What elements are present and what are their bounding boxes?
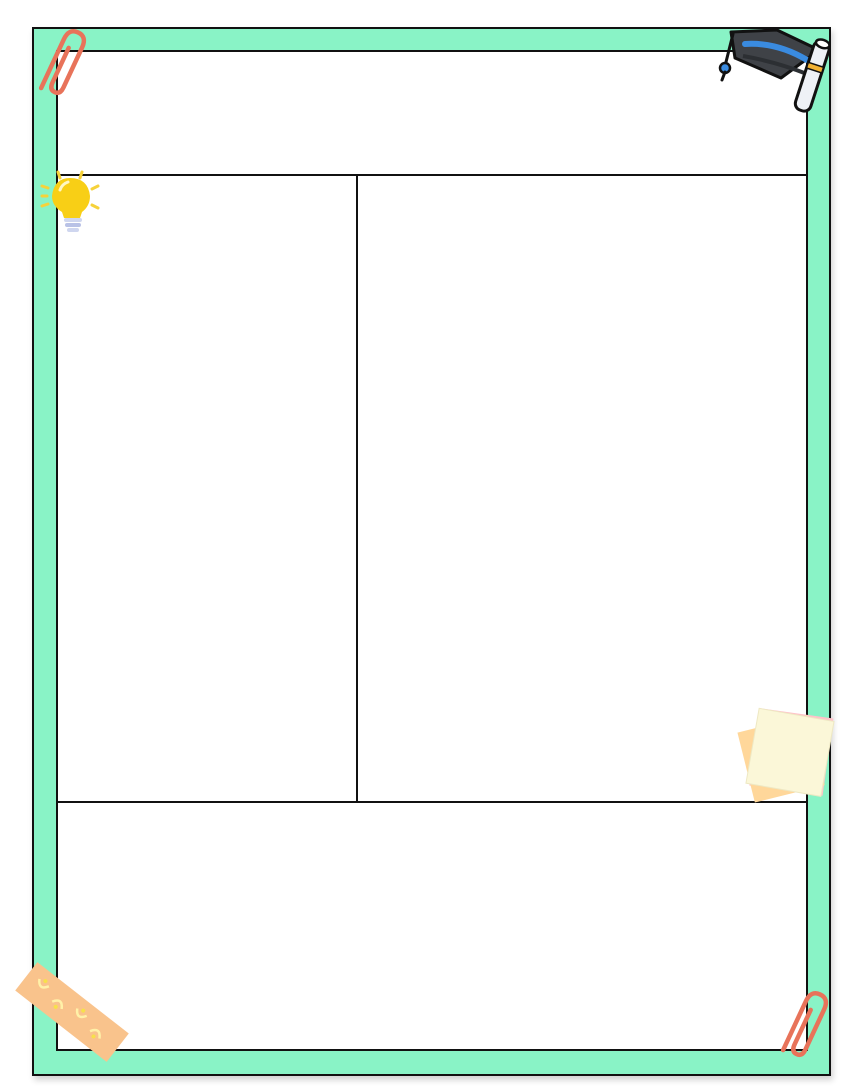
cue-column[interactable]: [58, 176, 358, 801]
note-sheet: [56, 50, 808, 1051]
lightbulb-icon: [40, 170, 100, 232]
sticky-notes-icon: [737, 707, 835, 803]
graduation-cap-icon: [718, 28, 831, 113]
washi-tape-icon: [15, 962, 129, 1062]
paperclip-icon: [38, 29, 87, 96]
title-area[interactable]: [58, 52, 806, 176]
cornell-notes-page: [0, 0, 865, 1086]
paperclip-icon: [780, 991, 829, 1058]
summary-area[interactable]: [58, 801, 806, 1049]
